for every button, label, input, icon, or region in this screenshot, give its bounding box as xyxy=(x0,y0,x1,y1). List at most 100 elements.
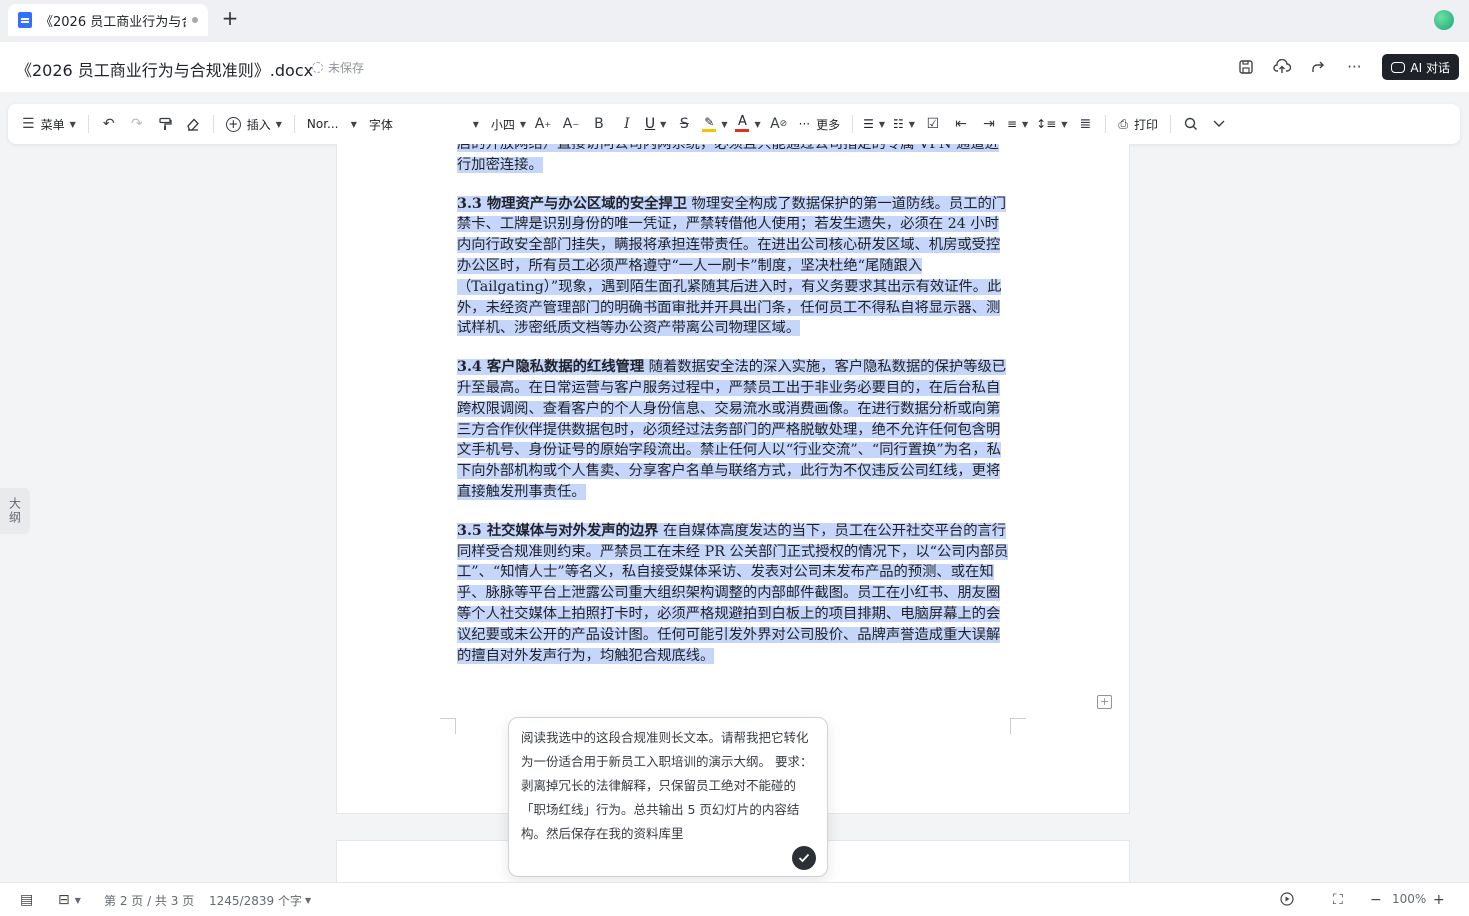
prompt-input[interactable]: 阅读我选中的这段合规准则长文本。请帮我把它转化为一份适合用于新员工入职培训的演示… xyxy=(521,726,817,846)
paragraph-style-value: Nor... xyxy=(306,117,339,131)
chevron-down-icon: ▼ xyxy=(878,119,886,129)
divider xyxy=(87,115,89,133)
add-comment-icon[interactable]: + xyxy=(1097,695,1112,709)
chevron-down-icon: ▼ xyxy=(304,896,312,905)
italic-icon[interactable]: I xyxy=(613,110,641,138)
increase-font-icon[interactable]: A + xyxy=(529,110,557,138)
selected-text: 店的开放网络）直接访问公司内网系统，必须且只能通过公司指定的专属 VPN 通道进… xyxy=(457,144,999,173)
page-info: 第 2 页 / 共 3 页 xyxy=(104,894,195,908)
plus-circle-icon: + xyxy=(225,116,241,132)
insert-label: 插入 xyxy=(246,117,271,132)
format-painter-icon[interactable] xyxy=(151,110,179,138)
outline-tab[interactable]: 大纲 xyxy=(0,488,30,534)
more-label: 更多 xyxy=(816,117,841,132)
section-3-3: 3.3 物理资产与办公区域的安全捍卫 物理安全构成了数据保护的第一道防线。员工的… xyxy=(457,194,1013,340)
play-icon[interactable] xyxy=(1280,892,1294,906)
divider xyxy=(852,115,854,133)
menu-label: 菜单 xyxy=(40,117,65,132)
redo-icon[interactable]: ↷ xyxy=(123,110,151,138)
new-tab-button[interactable]: + xyxy=(220,8,240,28)
chevron-down-icon: ▼ xyxy=(275,119,282,129)
title-row: 《2026 员工商业行为与合规准则》.docx 未保存 ··· AI 对话 xyxy=(0,42,1469,92)
section-heading: 3.4 客户隐私数据的红线管理 xyxy=(457,359,645,376)
font-color-button[interactable]: A ▼ xyxy=(731,110,764,138)
ai-chat-label: AI 对话 xyxy=(1410,60,1450,75)
clear-format-icon[interactable]: A ⊘ xyxy=(765,110,793,138)
indent-icon[interactable]: ⇥ xyxy=(975,110,1003,138)
bullet-list-button[interactable]: ☰ ▼ xyxy=(859,110,889,138)
chevron-down-icon: ▼ xyxy=(74,895,81,905)
insert-button[interactable]: + 插入 ▼ xyxy=(220,110,288,138)
margin-corner-mark xyxy=(1010,718,1026,734)
print-label: 打印 xyxy=(1134,117,1159,132)
zoom-level[interactable]: 100% xyxy=(1392,892,1426,906)
ai-prompt-box[interactable]: 阅读我选中的这段合规准则长文本。请帮我把它转化为一份适合用于新员工入职培训的演示… xyxy=(508,717,828,877)
chevron-down-icon: ▼ xyxy=(519,119,527,129)
search-icon[interactable] xyxy=(1177,110,1205,138)
ai-chat-button[interactable]: AI 对话 xyxy=(1382,54,1459,80)
send-button[interactable] xyxy=(792,846,816,870)
zoom-in-icon[interactable]: + xyxy=(1433,892,1445,908)
document-view-icon[interactable]: ▤ xyxy=(20,892,33,908)
tab-title: 《2026 员工商业行为与合规准则》 xyxy=(40,14,186,30)
word-count: 1245/2839 个字 xyxy=(209,894,302,908)
eraser-icon[interactable] xyxy=(179,110,207,138)
document-icon xyxy=(18,12,32,28)
save-icon[interactable] xyxy=(1232,53,1260,81)
title-actions: ··· AI 对话 xyxy=(1224,53,1459,81)
font-family-value: 字体 xyxy=(368,117,393,132)
numbered-list-button[interactable]: ☷ ▼ xyxy=(889,110,919,138)
more-button[interactable]: ··· 更多 xyxy=(793,110,846,138)
section-heading: 3.5 社交媒体与对外发声的边界 xyxy=(457,522,659,539)
line-spacing-button[interactable]: ↕≡ ▼ xyxy=(1032,110,1071,138)
share-icon[interactable] xyxy=(1304,53,1332,81)
underline-button[interactable]: U ▼ xyxy=(641,110,670,138)
app-logo-icon[interactable] xyxy=(1434,10,1454,30)
more-dots-icon: ··· xyxy=(798,117,811,131)
more-options-icon[interactable]: ··· xyxy=(1340,53,1368,81)
section-3-4: 3.4 客户隐私数据的红线管理 随着数据安全法的深入实施，客户隐私数据的保护等级… xyxy=(457,357,1013,503)
line-spacing-icon: ↕≡ xyxy=(1036,117,1057,131)
paragraph-style-select[interactable]: Nor... ▼ xyxy=(301,110,363,138)
undo-icon[interactable]: ↶ xyxy=(95,110,123,138)
chevron-down-icon: ▼ xyxy=(69,119,76,129)
divider xyxy=(293,115,295,133)
outdent-icon[interactable]: ⇤ xyxy=(947,110,975,138)
zoom-out-icon[interactable]: − xyxy=(1370,892,1382,908)
fullscreen-icon[interactable]: ⛶ xyxy=(1333,892,1343,908)
status-bar: ▤ ⊟ ▼ 第 2 页 / 共 3 页 1245/2839 个字 ▼ ⛶ − 100… xyxy=(0,882,1469,916)
document-page[interactable]: 店的开放网络）直接访问公司内网系统，必须且只能通过公司指定的专属 VPN 通道进… xyxy=(336,144,1130,814)
print-button[interactable]: ⎙ 打印 xyxy=(1112,110,1164,138)
divider xyxy=(212,115,214,133)
document-title[interactable]: 《2026 员工商业行为与合规准则》.docx xyxy=(16,57,313,81)
checkmark-icon xyxy=(798,853,810,863)
decrease-font-icon[interactable]: A − xyxy=(557,110,585,138)
chevron-down-icon: ▼ xyxy=(660,119,667,129)
strikethrough-icon[interactable]: S xyxy=(670,110,698,138)
tab-bar: 《2026 员工商业行为与合规准则》 + xyxy=(0,0,1469,42)
menu-button[interactable]: ☰ 菜单 ▼ xyxy=(16,110,82,138)
checklist-icon[interactable]: ☑ xyxy=(919,110,947,138)
save-status-label: 未保存 xyxy=(328,61,365,75)
document-tab[interactable]: 《2026 员工商业行为与合规准则》 xyxy=(8,4,208,36)
chevron-down-icon: ▼ xyxy=(1022,119,1029,129)
font-size-select[interactable]: 小四 ▼ xyxy=(485,110,529,138)
highlight-button[interactable]: ✎ ▼ xyxy=(698,110,731,138)
align-button[interactable]: ≡ ▼ xyxy=(1003,110,1032,138)
chevron-down-icon: ▼ xyxy=(908,119,915,129)
section-3-5: 3.5 社交媒体与对外发声的边界 在自媒体高度发达的当下，员工在公开社交平台的言… xyxy=(457,521,1013,667)
document-body[interactable]: 店的开放网络）直接访问公司内网系统，必须且只能通过公司指定的专属 VPN 通道进… xyxy=(457,144,1013,684)
page-layout-button[interactable]: ⊟ ▼ xyxy=(58,892,81,908)
robot-icon xyxy=(1391,61,1406,73)
formatting-toolbar: ☰ 菜单 ▼ ↶ ↷ + 插入 ▼ Nor... ▼ 字体 ▼ 小四 ▼ A + … xyxy=(8,104,1460,144)
word-count-button[interactable]: 1245/2839 个字 ▼ xyxy=(209,892,311,909)
bold-icon[interactable]: B xyxy=(585,110,613,138)
collapse-toolbar-icon[interactable] xyxy=(1205,110,1233,138)
menu-icon: ☰ xyxy=(22,116,35,132)
paragraph-settings-icon[interactable]: ≣ xyxy=(1071,110,1099,138)
font-family-select[interactable]: 字体 ▼ xyxy=(363,110,485,138)
chevron-down-icon: ▼ xyxy=(754,119,761,129)
unsaved-dot-icon[interactable] xyxy=(192,17,198,23)
numbered-list-icon: ☷ xyxy=(893,117,904,131)
cloud-upload-icon[interactable] xyxy=(1268,53,1296,81)
